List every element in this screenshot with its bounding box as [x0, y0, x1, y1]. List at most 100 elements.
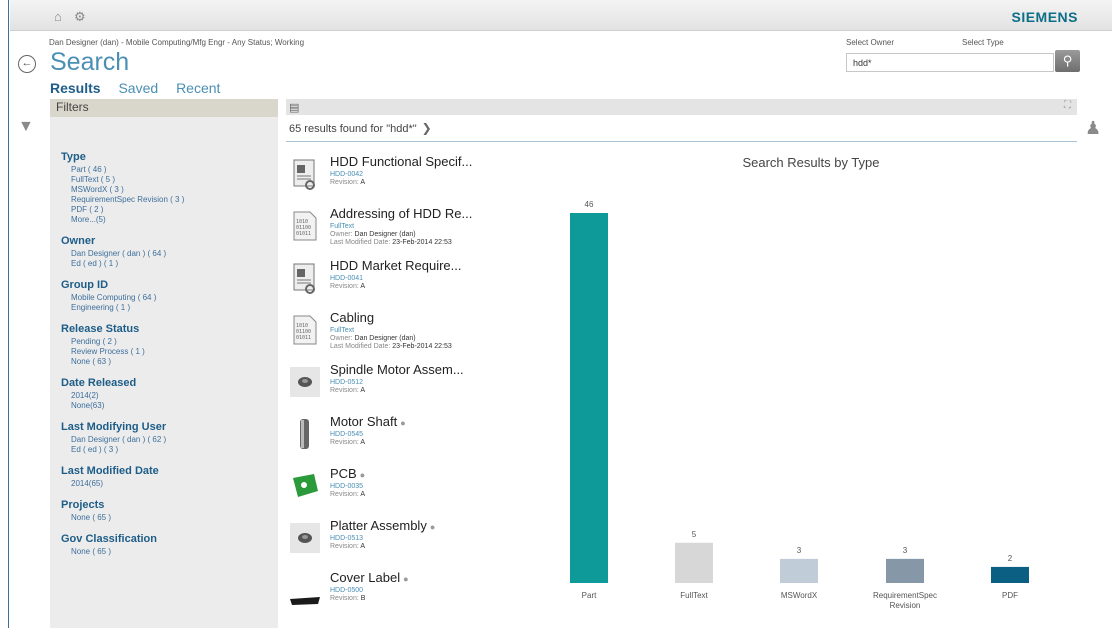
- tab-results[interactable]: Results: [50, 80, 101, 96]
- search-button[interactable]: ⚲: [1055, 50, 1080, 72]
- filter-option[interactable]: More...(5): [61, 215, 278, 225]
- result-title[interactable]: HDD Functional Specif...: [330, 154, 472, 169]
- result-title-text[interactable]: Platter Assembly: [330, 518, 427, 533]
- select-type-label[interactable]: Select Type: [962, 38, 1004, 47]
- status-icon: ●: [359, 470, 366, 480]
- filter-option[interactable]: Dan Designer ( dan ) ( 62 ): [61, 435, 278, 445]
- result-title-text[interactable]: HDD Market Require...: [330, 258, 461, 273]
- result-title-text[interactable]: Cabling: [330, 310, 374, 325]
- tab-recent[interactable]: Recent: [176, 80, 220, 96]
- result-item[interactable]: 1010 01100 01011 Addressing of HDD Re... Ful…: [289, 206, 539, 258]
- filter-group-title[interactable]: Last Modified Date: [61, 465, 278, 477]
- result-title[interactable]: Cabling: [330, 310, 374, 325]
- filter-option[interactable]: None ( 65 ): [61, 513, 278, 523]
- filter-option[interactable]: Pending ( 2 ): [61, 337, 278, 347]
- filter-groups: Type Part ( 46 ) FullText ( 5 ) MSWordX ( 3…: [50, 117, 278, 557]
- filter-option[interactable]: 2014(65): [61, 479, 278, 489]
- result-title-text[interactable]: HDD Functional Specif...: [330, 154, 472, 169]
- tab-saved[interactable]: Saved: [118, 80, 158, 96]
- filter-group-title[interactable]: Date Released: [61, 377, 278, 389]
- bar-mswordx[interactable]: [780, 558, 818, 583]
- result-id[interactable]: HDD-0035: [330, 483, 363, 490]
- filter-group-title[interactable]: Gov Classification: [61, 533, 278, 545]
- result-id[interactable]: FullText: [330, 327, 354, 334]
- filter-group-title[interactable]: Projects: [61, 499, 278, 511]
- result-title[interactable]: Motor Shaft ●: [330, 414, 406, 429]
- category-label: FullText: [680, 591, 708, 600]
- result-item[interactable]: Cover Label ● HDD-0500 Revision: B: [289, 570, 539, 622]
- result-id[interactable]: FullText: [330, 223, 354, 230]
- result-item[interactable]: Motor Shaft ● HDD-0545 Revision: A: [289, 414, 539, 466]
- bar-pdf[interactable]: [991, 566, 1029, 583]
- bar-requirementspec-revision[interactable]: [886, 558, 924, 583]
- result-item[interactable]: PCB ● HDD-0035 Revision: A: [289, 466, 539, 518]
- result-id[interactable]: HDD-0513: [330, 535, 363, 542]
- result-title[interactable]: Spindle Motor Assem...: [330, 362, 464, 377]
- home-icon[interactable]: ⌂: [54, 9, 62, 24]
- filter-option[interactable]: Review Process ( 1 ): [61, 347, 278, 357]
- filter-option[interactable]: FullText ( 5 ): [61, 175, 278, 185]
- list-view-icon[interactable]: ▤: [289, 101, 299, 114]
- filter-option[interactable]: Mobile Computing ( 64 ): [61, 293, 278, 303]
- fullscreen-icon[interactable]: ⛶: [1064, 100, 1071, 111]
- result-title[interactable]: Addressing of HDD Re...: [330, 206, 472, 221]
- filter-icon[interactable]: ▼: [18, 118, 34, 136]
- select-owner-label[interactable]: Select Owner: [846, 38, 894, 47]
- result-item[interactable]: Spindle Motor Assem... HDD-0512 Revision: …: [289, 362, 539, 414]
- result-id[interactable]: HDD-0042: [330, 171, 363, 178]
- filter-group-title[interactable]: Release Status: [61, 323, 278, 335]
- result-title[interactable]: Cover Label ●: [330, 570, 409, 585]
- app-window: ⌂ ⚙ SIEMENS Dan Designer (dan) - Mobile …: [0, 0, 1112, 628]
- filter-option[interactable]: None(63): [61, 401, 278, 411]
- result-title-text[interactable]: PCB: [330, 466, 357, 481]
- filter-option[interactable]: MSWordX ( 3 ): [61, 185, 278, 195]
- search-input[interactable]: hdd*: [846, 53, 1054, 72]
- filter-option[interactable]: Part ( 46 ): [61, 165, 278, 175]
- filter-option[interactable]: None ( 65 ): [61, 547, 278, 557]
- bar-value-label: 3: [797, 546, 802, 555]
- result-title-text[interactable]: Spindle Motor Assem...: [330, 362, 464, 377]
- result-title[interactable]: PCB ●: [330, 466, 365, 481]
- gear-icon[interactable]: ⚙: [74, 9, 86, 25]
- result-title-text[interactable]: Addressing of HDD Re...: [330, 206, 472, 221]
- result-revision: Revision: A: [330, 543, 365, 550]
- result-item[interactable]: HDD Market Require... HDD-0041 Revision: A: [289, 258, 539, 310]
- filter-option[interactable]: None ( 63 ): [61, 357, 278, 367]
- filter-group-title[interactable]: Type: [61, 151, 278, 163]
- result-title-text[interactable]: Motor Shaft: [330, 414, 397, 429]
- filter-option[interactable]: 2014(2): [61, 391, 278, 401]
- filter-option[interactable]: RequirementSpec Revision ( 3 ): [61, 195, 278, 205]
- filter-group-title[interactable]: Owner: [61, 235, 278, 247]
- spindle-motor-thumbnail: [290, 365, 322, 399]
- filter-option[interactable]: Ed ( ed ) ( 3 ): [61, 445, 278, 455]
- filter-option[interactable]: Engineering ( 1 ): [61, 303, 278, 313]
- result-id[interactable]: HDD-0041: [330, 275, 363, 282]
- revision-label: Revision:: [330, 543, 361, 550]
- filter-group: Date Released 2014(2) None(63): [61, 377, 278, 411]
- result-id[interactable]: HDD-0500: [330, 587, 363, 594]
- filter-option[interactable]: Dan Designer ( dan ) ( 64 ): [61, 249, 278, 259]
- bar-part[interactable]: [570, 213, 608, 583]
- result-item[interactable]: HDD Functional Specif... HDD-0042 Revision…: [289, 154, 539, 206]
- filter-header: Filters: [50, 99, 278, 117]
- filter-group-title[interactable]: Group ID: [61, 279, 278, 291]
- result-title[interactable]: Platter Assembly ●: [330, 518, 435, 533]
- result-title-text[interactable]: Cover Label: [330, 570, 400, 585]
- filter-group-title[interactable]: Last Modifying User: [61, 421, 278, 433]
- result-id[interactable]: HDD-0545: [330, 431, 363, 438]
- user-context[interactable]: Dan Designer (dan) - Mobile Computing/Mf…: [49, 38, 304, 47]
- person-tool-icon[interactable]: ♟: [1085, 118, 1101, 139]
- bar-fulltext[interactable]: [675, 542, 713, 583]
- brand-logo: SIEMENS: [1011, 9, 1078, 25]
- modified-date-label: Last Modified Date:: [330, 343, 393, 350]
- owner-label: Owner:: [330, 231, 355, 238]
- back-icon[interactable]: ←: [18, 55, 36, 73]
- result-title[interactable]: HDD Market Require...: [330, 258, 461, 273]
- filter-option[interactable]: PDF ( 2 ): [61, 205, 278, 215]
- chevron-right-icon[interactable]: ❯: [422, 121, 432, 135]
- result-id[interactable]: HDD-0512: [330, 379, 363, 386]
- filter-option[interactable]: Ed ( ed ) ( 1 ): [61, 259, 278, 269]
- result-item[interactable]: 1010 01100 01011 Cabling FullText Owner: Dan …: [289, 310, 539, 362]
- revision-label: Revision:: [330, 179, 361, 186]
- result-item[interactable]: Platter Assembly ● HDD-0513 Revision: A: [289, 518, 539, 570]
